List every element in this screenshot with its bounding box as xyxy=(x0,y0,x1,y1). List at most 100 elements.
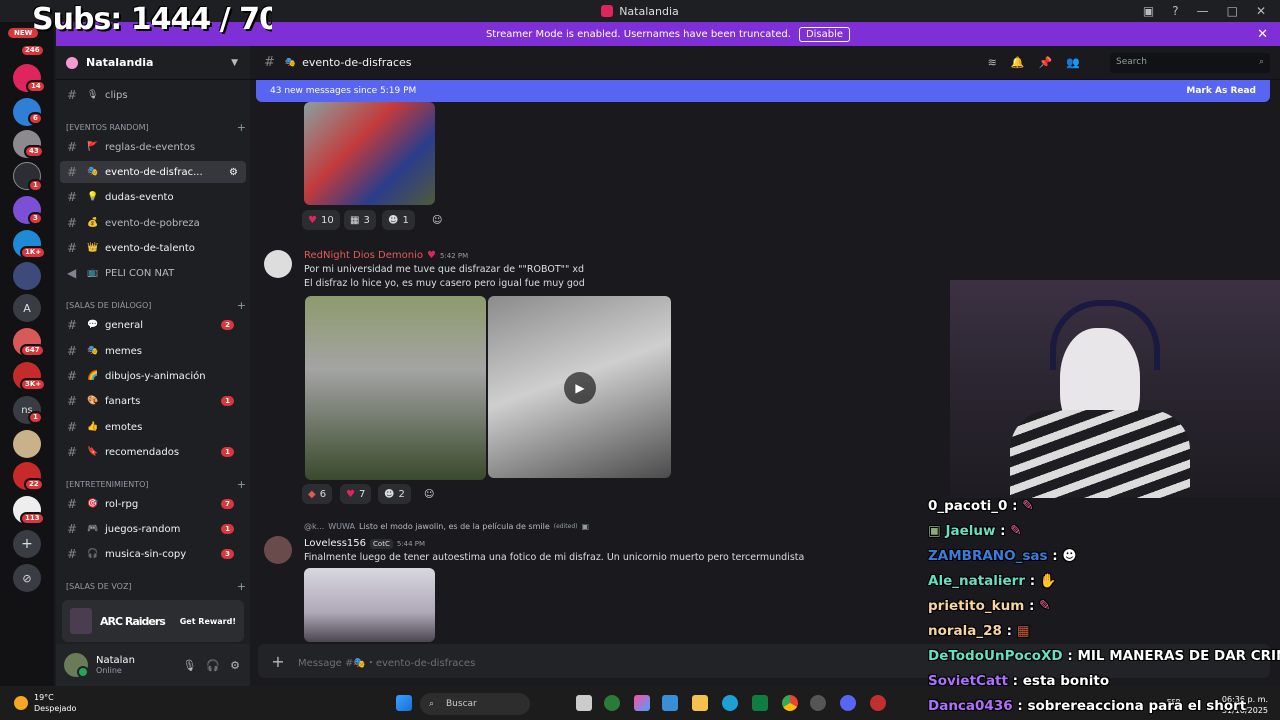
category-voz[interactable]: [SALAS DE VOZ] + xyxy=(66,579,246,593)
app-icon[interactable] xyxy=(604,695,620,711)
channel-juegos-random[interactable]: # 🎮 juegos-random 1 xyxy=(60,518,246,540)
play-icon[interactable]: ▶ xyxy=(564,372,596,404)
channel-peli-con-nat[interactable]: ◀ 📺 PELI CON NAT xyxy=(60,262,246,284)
members-icon[interactable]: 👥 xyxy=(1066,56,1080,69)
microphone-icon[interactable]: 🎙 xyxy=(182,659,196,672)
server-badge: 1 xyxy=(28,179,43,192)
weather-widget[interactable]: 19°C Despejado xyxy=(14,692,76,714)
file-explorer-icon[interactable] xyxy=(692,695,708,711)
add-server-icon[interactable]: + xyxy=(13,530,41,558)
server-icon[interactable]: A xyxy=(13,294,41,322)
channel-evento-de-pobreza[interactable]: # 💰 evento-de-pobreza xyxy=(60,212,246,234)
close-banner-icon[interactable]: ✕ xyxy=(1257,27,1268,42)
minimize-button[interactable]: — xyxy=(1197,4,1209,18)
reaction-emoji[interactable]: ☻ 2 xyxy=(378,484,411,504)
channel-evento-de-talento[interactable]: # 👑 evento-de-talento xyxy=(60,237,246,259)
maximize-button[interactable]: □ xyxy=(1227,4,1238,18)
message-author[interactable]: RedNight Dios Demonio ♥ 5:42 PM xyxy=(304,250,468,261)
obs-icon[interactable] xyxy=(810,695,826,711)
reaction-emoji[interactable]: ◆ 6 xyxy=(302,484,333,504)
close-window-button[interactable]: ✕ xyxy=(1256,4,1266,18)
edge-icon[interactable] xyxy=(722,695,738,711)
channel-reglas-de-eventos[interactable]: # 🚩 reglas-de-eventos xyxy=(60,136,246,158)
headphones-icon[interactable]: 🎧 xyxy=(206,659,220,672)
category-dialogo[interactable]: [SALAS DE DIÁLOGO] + xyxy=(66,298,246,312)
author-name[interactable]: Loveless156 xyxy=(304,538,366,549)
reply-user: @k... xyxy=(304,522,325,531)
discord-icon[interactable] xyxy=(840,695,856,711)
inbox-icon[interactable]: ▣ xyxy=(1143,4,1154,18)
chrome-icon[interactable] xyxy=(782,695,798,711)
copilot-icon[interactable] xyxy=(634,695,650,711)
reaction-emoji[interactable]: ☻ 1 xyxy=(382,210,415,230)
message-text: Por mi universidad me tuve que disfrazar… xyxy=(304,264,585,275)
channel-musica-sin-copy[interactable]: # 🎧 musica-sin-copy 3 xyxy=(60,543,246,565)
attachment-image[interactable] xyxy=(304,568,435,642)
windows-start-icon[interactable] xyxy=(396,695,412,711)
settings-icon[interactable]: ⚙ xyxy=(229,167,238,178)
timestamp: 5:42 PM xyxy=(439,251,469,260)
category-eventos[interactable]: [EVENTOS RANDOM] + xyxy=(66,120,246,134)
add-channel-icon[interactable]: + xyxy=(237,478,246,491)
app-icon[interactable] xyxy=(870,695,886,711)
threads-icon[interactable]: ≋ xyxy=(988,56,997,69)
channel-fanarts[interactable]: # 🎨 fanarts 1 xyxy=(60,390,246,412)
unread-badge: 3 xyxy=(221,549,234,559)
channel-memes[interactable]: # 🎭 memes xyxy=(60,340,246,362)
composer-placeholder: Message #🎭・evento-de-disfraces xyxy=(298,657,476,669)
help-icon[interactable]: ? xyxy=(1172,4,1178,18)
get-reward-button[interactable]: Get Reward! xyxy=(180,617,236,626)
server-icon[interactable] xyxy=(13,262,41,290)
channel-clips[interactable]: # 🎙 clips xyxy=(60,84,246,106)
channel-emotes[interactable]: # 👍 emotes xyxy=(60,416,246,438)
store-icon[interactable] xyxy=(662,695,678,711)
message-author[interactable]: Loveless156 CotC 5:44 PM xyxy=(304,538,425,549)
reaction-count: 10 xyxy=(320,214,334,226)
add-reaction-icon[interactable]: ☺ xyxy=(426,210,448,230)
user-panel: Natalan Online 🎙 🎧 ⚙ xyxy=(56,644,250,686)
attachment-image[interactable] xyxy=(305,296,486,480)
search-input[interactable]: Search ⌕ xyxy=(1110,53,1270,73)
add-channel-icon[interactable]: + xyxy=(237,580,246,593)
task-view-icon[interactable] xyxy=(576,695,592,711)
disable-streamer-button[interactable]: Disable xyxy=(798,26,851,42)
category-entretenimiento[interactable]: [ENTRETENIMIENTO] + xyxy=(66,477,246,491)
gear-icon[interactable]: ⚙ xyxy=(230,659,240,672)
discover-icon[interactable]: ⊘ xyxy=(13,564,41,592)
attachment-image[interactable] xyxy=(304,102,435,205)
attachment-video[interactable]: ▶ xyxy=(488,296,671,478)
taskbar-search[interactable]: ⌕ Buscar xyxy=(420,693,530,715)
server-badge: 1 xyxy=(28,411,43,424)
mark-as-read-button[interactable]: Mark As Read xyxy=(1186,86,1256,96)
bell-icon[interactable]: 🔔 xyxy=(1011,56,1025,69)
excel-icon[interactable] xyxy=(752,695,768,711)
new-messages-bar[interactable]: 43 new messages since 5:19 PM Mark As Re… xyxy=(256,80,1270,102)
channel-evento-de-disfraces[interactable]: # 🎭 evento-de-disfrac... ⚙ xyxy=(60,161,246,183)
channel-rol-rpg[interactable]: # 🎯 rol-rpg 7 xyxy=(60,493,246,515)
hash-icon: # xyxy=(67,216,78,230)
avatar[interactable] xyxy=(64,653,89,678)
promo-banner[interactable]: ARC Raiders Get Reward! xyxy=(62,600,244,642)
channel-dudas-evento[interactable]: # 💡 dudas-evento xyxy=(60,186,246,208)
channel-dibujos[interactable]: # 🌈 dibujos-y-animación xyxy=(60,365,246,387)
stream-subs-overlay: Subs: 1444 / 700 xyxy=(32,2,272,37)
hash-icon: # xyxy=(67,547,78,561)
attach-plus-icon[interactable]: + xyxy=(258,652,298,671)
emoji-icon: ▦ xyxy=(350,214,360,226)
add-channel-icon[interactable]: + xyxy=(237,299,246,312)
reaction-heart[interactable]: ♥ 7 xyxy=(340,484,372,504)
reaction-heart[interactable]: ♥ 10 xyxy=(302,210,340,230)
pin-icon[interactable]: 📌 xyxy=(1039,56,1053,69)
reaction-emoji[interactable]: ▦ 3 xyxy=(344,210,376,230)
server-icon[interactable] xyxy=(13,430,41,458)
author-name[interactable]: RedNight Dios Demonio xyxy=(304,250,423,261)
avatar[interactable] xyxy=(264,536,292,564)
chat-line: Danca0436 : sobrereacciona para el short xyxy=(928,698,1247,714)
add-reaction-icon[interactable]: ☺ xyxy=(418,484,440,504)
add-channel-icon[interactable]: + xyxy=(237,121,246,134)
channel-general[interactable]: # 💬 general 2 xyxy=(60,314,246,336)
channel-recomendados[interactable]: # 🔖 recomendados 1 xyxy=(60,441,246,463)
avatar[interactable] xyxy=(264,250,292,278)
reply-preview[interactable]: @k... WUWA Listo el modo jawolin, es de … xyxy=(304,522,589,531)
guild-header[interactable]: Natalandia ▼ xyxy=(56,46,250,80)
